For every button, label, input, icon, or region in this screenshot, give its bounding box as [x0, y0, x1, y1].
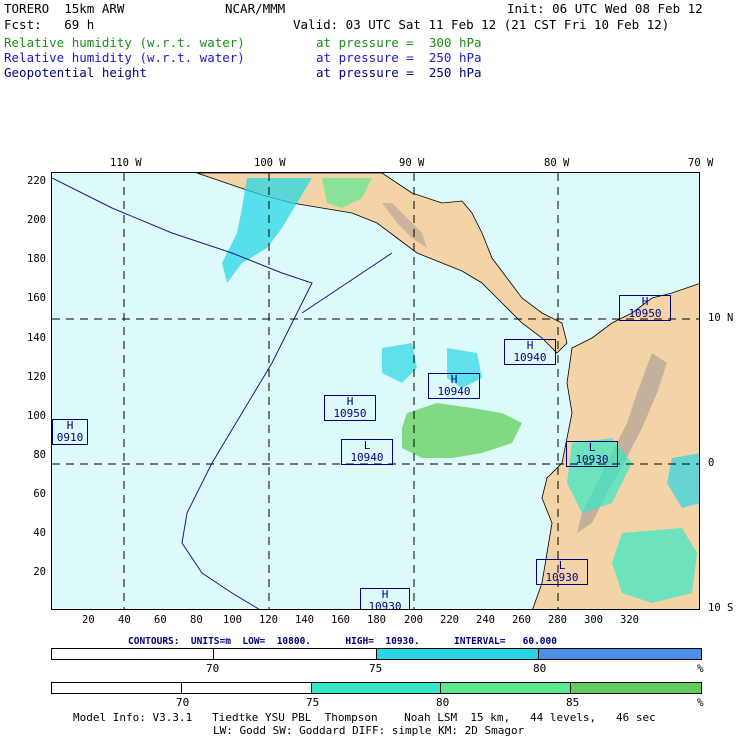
lat-tick-0: 0 — [708, 457, 715, 469]
x-tick-260: 260 — [512, 614, 531, 626]
cb1-seg-3 — [538, 649, 701, 659]
low-center-2: L 10930 — [566, 441, 618, 467]
cb1-label-80: 80 — [533, 662, 547, 675]
forecast-hour: Fcst: 69 h — [4, 17, 95, 32]
y-tick-20: 20 — [33, 566, 46, 578]
cb1-seg-2 — [376, 649, 539, 659]
init-time: Init: 06 UTC Wed 08 Feb 12 — [507, 1, 703, 16]
model-info-line-1: Model Info: V3.3.1 Tiedtke YSU PBL Thomp… — [73, 711, 656, 724]
field-2-name: Relative humidity (w.r.t. water) — [4, 50, 245, 65]
model-info-line-2: LW: Godd SW: Goddard DIFF: simple KM: 2D… — [213, 724, 525, 737]
cb2-label-pct: % — [697, 696, 704, 709]
lat-tick-10s: 10 S — [708, 602, 734, 614]
field-3-name: Geopotential height — [4, 65, 147, 80]
cb2-label-85: 85 — [566, 696, 580, 709]
colorbar-300hpa — [51, 682, 702, 694]
cb2-seg-0 — [52, 683, 182, 693]
map-canvas — [52, 173, 699, 609]
x-tick-100: 100 — [223, 614, 242, 626]
x-tick-40: 40 — [118, 614, 131, 626]
cb2-seg-2 — [311, 683, 442, 693]
y-tick-220: 220 — [27, 175, 46, 187]
field-1-level: at pressure = 300 hPa — [316, 35, 482, 50]
x-tick-200: 200 — [404, 614, 423, 626]
cb1-seg-1 — [214, 649, 377, 659]
y-tick-80: 80 — [33, 449, 46, 461]
x-tick-60: 60 — [154, 614, 167, 626]
humidity-patch-6 — [612, 528, 697, 603]
low-center-1: L 10940 — [341, 439, 393, 465]
x-tick-220: 220 — [440, 614, 459, 626]
high-center-4: H 10950 — [324, 395, 376, 421]
lat-tick-10n: 10 N — [708, 312, 734, 324]
cb2-label-70: 70 — [176, 696, 190, 709]
org-label: NCAR/MMM — [225, 1, 286, 16]
x-tick-300: 300 — [584, 614, 603, 626]
weather-map: H 10950 H 10940 H 10940 H 10950 H 0910 L 10940… — [51, 172, 700, 610]
field-1-name: Relative humidity (w.r.t. water) — [4, 35, 245, 50]
high-center-1: H 10950 — [619, 295, 671, 321]
lon-tick-90w: 90 W — [399, 157, 425, 169]
colorbar-250hpa — [51, 648, 702, 660]
y-tick-180: 180 — [27, 253, 46, 265]
x-tick-180: 180 — [367, 614, 386, 626]
cb1-label-70: 70 — [206, 662, 220, 675]
lon-tick-110w: 110 W — [110, 157, 142, 169]
y-tick-160: 160 — [27, 292, 46, 304]
cb1-seg-0 — [52, 649, 215, 659]
x-tick-240: 240 — [476, 614, 495, 626]
high-center-5: H 0910 — [52, 419, 88, 445]
valid-time: Valid: 03 UTC Sat 11 Feb 12 (21 CST Fri … — [293, 17, 670, 32]
y-tick-60: 60 — [33, 488, 46, 500]
cb2-label-80: 80 — [436, 696, 450, 709]
contours-info: CONTOURS: UNITS=m LOW= 10800. HIGH= 1093… — [128, 636, 557, 647]
y-tick-100: 100 — [27, 410, 46, 422]
field-3-level: at pressure = 250 hPa — [316, 65, 482, 80]
low-center-3: L 10930 — [536, 559, 588, 585]
high-center-2: H 10940 — [504, 339, 556, 365]
cb2-seg-1 — [181, 683, 312, 693]
model-title: TORERO 15km ARW — [4, 1, 125, 16]
y-tick-200: 200 — [27, 214, 46, 226]
y-tick-120: 120 — [27, 371, 46, 383]
x-tick-120: 120 — [259, 614, 278, 626]
lon-tick-70w: 70 W — [688, 157, 714, 169]
lon-tick-100w: 100 W — [254, 157, 286, 169]
cb2-seg-4 — [571, 683, 701, 693]
high-center-3: H 10940 — [428, 373, 480, 399]
cb2-label-75: 75 — [306, 696, 320, 709]
high-center-6: H 10930 — [360, 588, 410, 609]
cb2-seg-3 — [441, 683, 572, 693]
x-tick-140: 140 — [295, 614, 314, 626]
field-2-level: at pressure = 250 hPa — [316, 50, 482, 65]
x-tick-160: 160 — [331, 614, 350, 626]
x-tick-280: 280 — [548, 614, 567, 626]
x-tick-80: 80 — [190, 614, 203, 626]
cb1-label-pct: % — [697, 662, 704, 675]
x-tick-20: 20 — [82, 614, 95, 626]
x-tick-320: 320 — [620, 614, 639, 626]
y-tick-140: 140 — [27, 332, 46, 344]
cb1-label-75: 75 — [369, 662, 383, 675]
lon-tick-80w: 80 W — [544, 157, 570, 169]
y-tick-40: 40 — [33, 527, 46, 539]
